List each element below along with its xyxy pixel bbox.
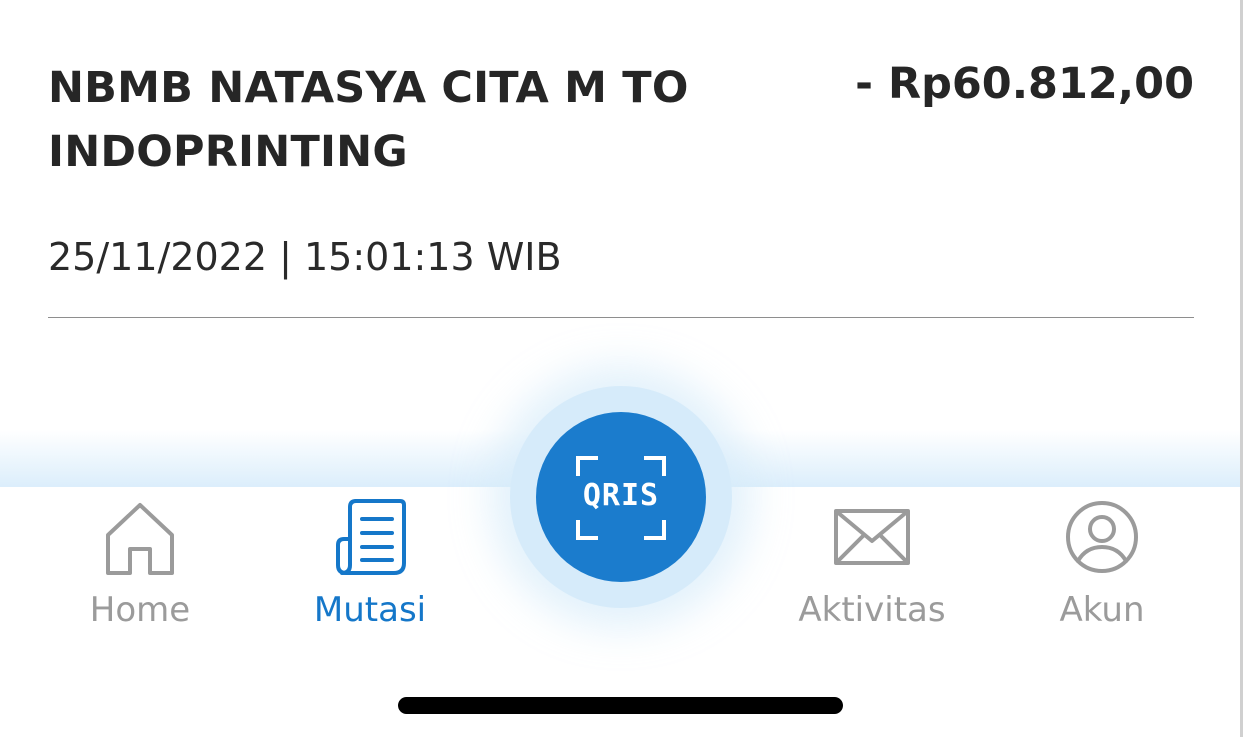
nav-item-home[interactable]: Home xyxy=(30,487,250,637)
qris-scan-button[interactable]: QRIS xyxy=(536,412,706,582)
nav-label-mutasi: Mutasi xyxy=(313,590,427,630)
nav-label-akun: Akun xyxy=(1059,590,1145,630)
nav-item-mutasi[interactable]: Mutasi xyxy=(260,487,480,637)
document-icon xyxy=(260,497,480,577)
home-icon xyxy=(30,497,250,577)
nav-label-home: Home xyxy=(89,590,191,630)
transaction-amount: - Rp60.812,00 xyxy=(855,59,1194,109)
envelope-icon xyxy=(762,497,982,577)
transaction-row[interactable]: NBMB NATASYA CITA M TO INDOPRINTING - Rp… xyxy=(48,0,1194,318)
nav-label-aktivitas: Aktivitas xyxy=(798,590,946,630)
transaction-description: NBMB NATASYA CITA M TO INDOPRINTING xyxy=(48,63,689,177)
nav-item-akun[interactable]: Akun xyxy=(992,487,1212,637)
user-circle-icon xyxy=(992,497,1212,577)
nav-item-aktivitas[interactable]: Aktivitas xyxy=(762,487,982,637)
home-indicator-bar[interactable] xyxy=(398,697,843,714)
qris-label: QRIS xyxy=(582,478,660,513)
transaction-datetime: 25/11/2022 | 15:01:13 WIB xyxy=(48,235,562,279)
